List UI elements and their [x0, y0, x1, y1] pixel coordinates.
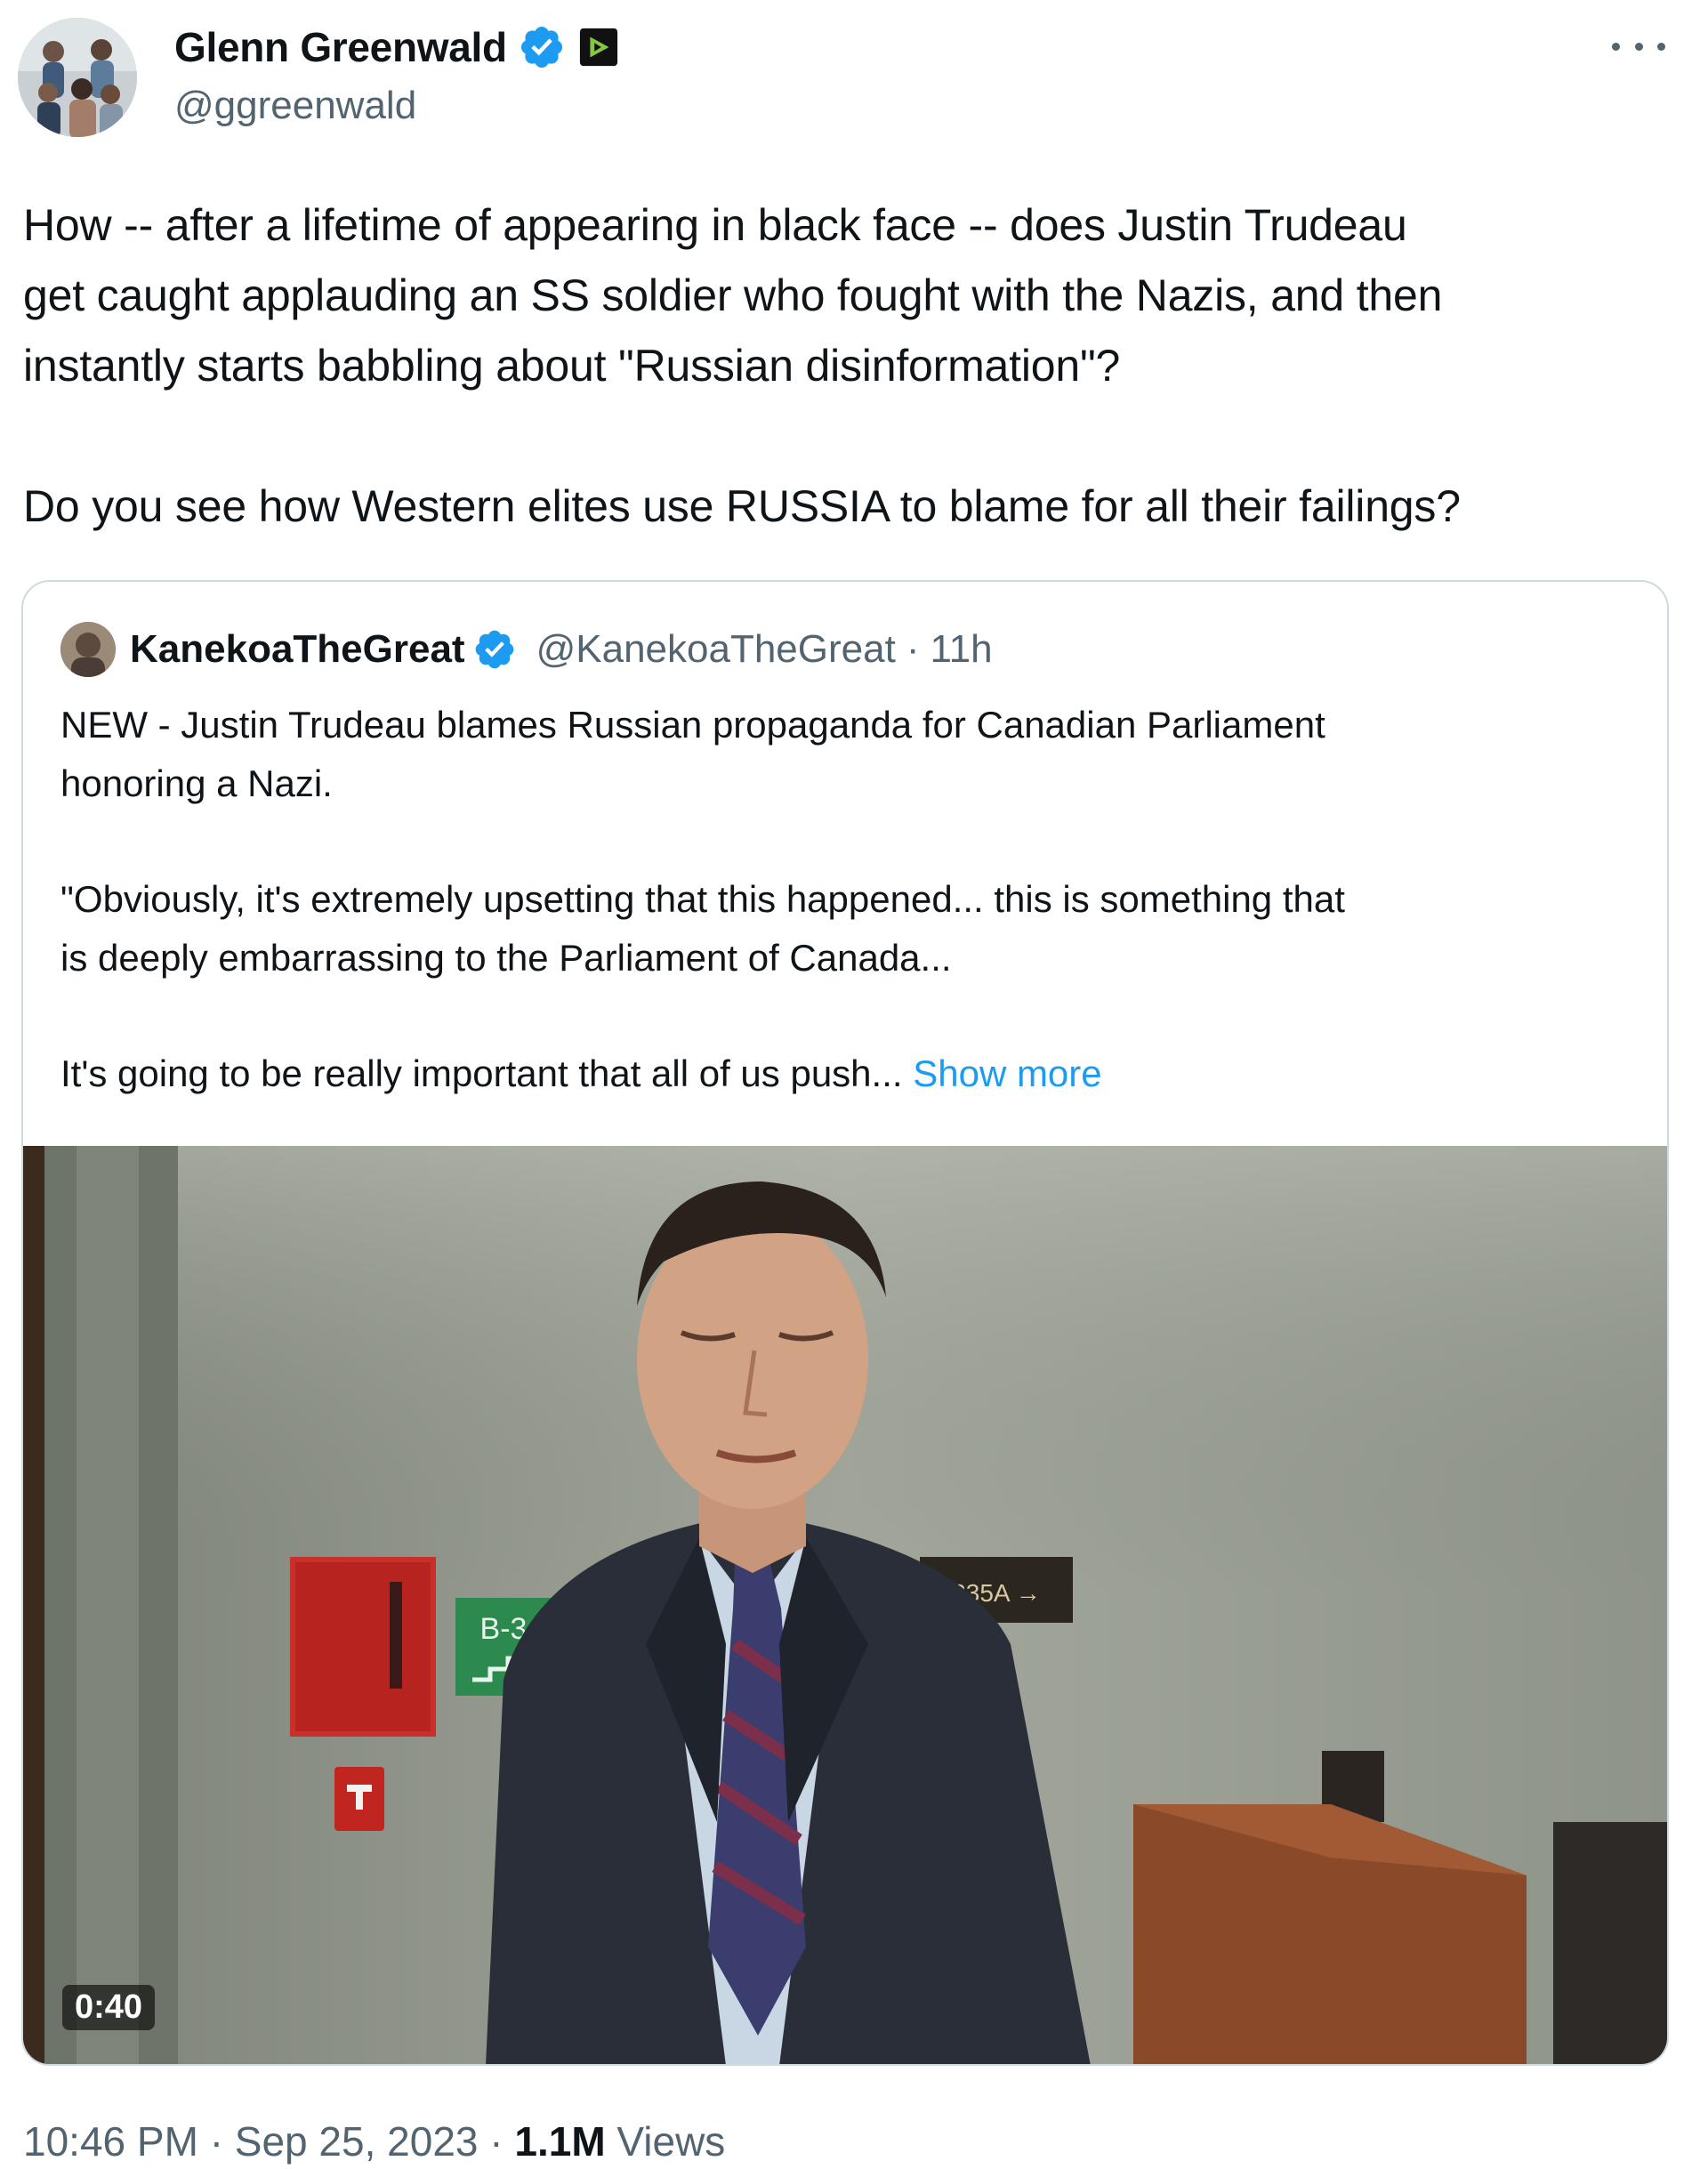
- more-options-icon[interactable]: [1612, 30, 1665, 62]
- quoted-tweet-header: KanekoaTheGreat @KanekoaTheGreat · 11h: [60, 621, 993, 678]
- show-more-link[interactable]: Show more: [913, 1052, 1101, 1094]
- views-label: Views: [616, 2118, 726, 2165]
- dot: [1634, 42, 1643, 51]
- tweet-meta: 10:46 PM · Sep 25, 2023 · 1.1M Views: [23, 2117, 725, 2165]
- separator: ·: [209, 2118, 224, 2165]
- separator: ·: [906, 627, 920, 671]
- quoted-text-truncated: It's going to be really important that a…: [60, 1052, 903, 1094]
- verified-badge-icon[interactable]: [518, 23, 566, 71]
- dot: [1612, 42, 1620, 51]
- author-avatar[interactable]: [18, 18, 137, 137]
- tweet-date[interactable]: Sep 25, 2023: [235, 2118, 479, 2165]
- separator: ·: [489, 2118, 504, 2165]
- verified-badge-icon[interactable]: [472, 627, 517, 672]
- video-thumbnail: B-3 235A →: [23, 1146, 1667, 2064]
- rumble-badge-icon[interactable]: [578, 27, 619, 68]
- quoted-timestamp[interactable]: 11h: [930, 627, 992, 672]
- tweet-text-line: How -- after a lifetime of appearing in …: [23, 200, 1407, 250]
- quoted-display-name[interactable]: KanekoaTheGreat: [130, 627, 465, 672]
- quoted-avatar-image: [60, 622, 116, 677]
- quoted-text-line: It's going to be really important that a…: [60, 1044, 1644, 1103]
- author-display-name[interactable]: Glenn Greenwald: [174, 23, 507, 71]
- author-handle[interactable]: @ggreenwald: [174, 84, 416, 128]
- quoted-tweet[interactable]: KanekoaTheGreat @KanekoaTheGreat · 11h N…: [21, 580, 1669, 2066]
- tweet: Glenn Greenwald @ggreenwald How -- after…: [0, 0, 1708, 2169]
- author-name-row: Glenn Greenwald: [174, 20, 619, 75]
- dot: [1657, 42, 1665, 51]
- quoted-text-line: NEW - Justin Trudeau blames Russian prop…: [60, 704, 1325, 746]
- tweet-text: How -- after a lifetime of appearing in …: [23, 190, 1687, 542]
- video-player[interactable]: B-3 235A → 0:40: [23, 1146, 1667, 2064]
- quoted-text-line: "Obviously, it's extremely upsetting tha…: [60, 878, 1345, 920]
- quoted-author-avatar[interactable]: [60, 622, 116, 677]
- views-count[interactable]: 1.1M: [514, 2118, 605, 2165]
- quoted-handle[interactable]: @KanekoaTheGreat: [536, 627, 896, 672]
- quoted-text-line: is deeply embarrassing to the Parliament…: [60, 937, 952, 979]
- tweet-time[interactable]: 10:46 PM: [23, 2118, 198, 2165]
- group-photo-avatar: [18, 18, 137, 137]
- tweet-text-line: Do you see how Western elites use RUSSIA…: [23, 481, 1461, 531]
- tweet-text-line: get caught applauding an SS soldier who …: [23, 270, 1443, 320]
- quoted-text-line: honoring a Nazi.: [60, 762, 333, 804]
- quoted-tweet-text: NEW - Justin Trudeau blames Russian prop…: [60, 696, 1644, 1103]
- tweet-text-line: instantly starts babbling about "Russian…: [23, 341, 1121, 391]
- video-duration: 0:40: [62, 1985, 156, 2030]
